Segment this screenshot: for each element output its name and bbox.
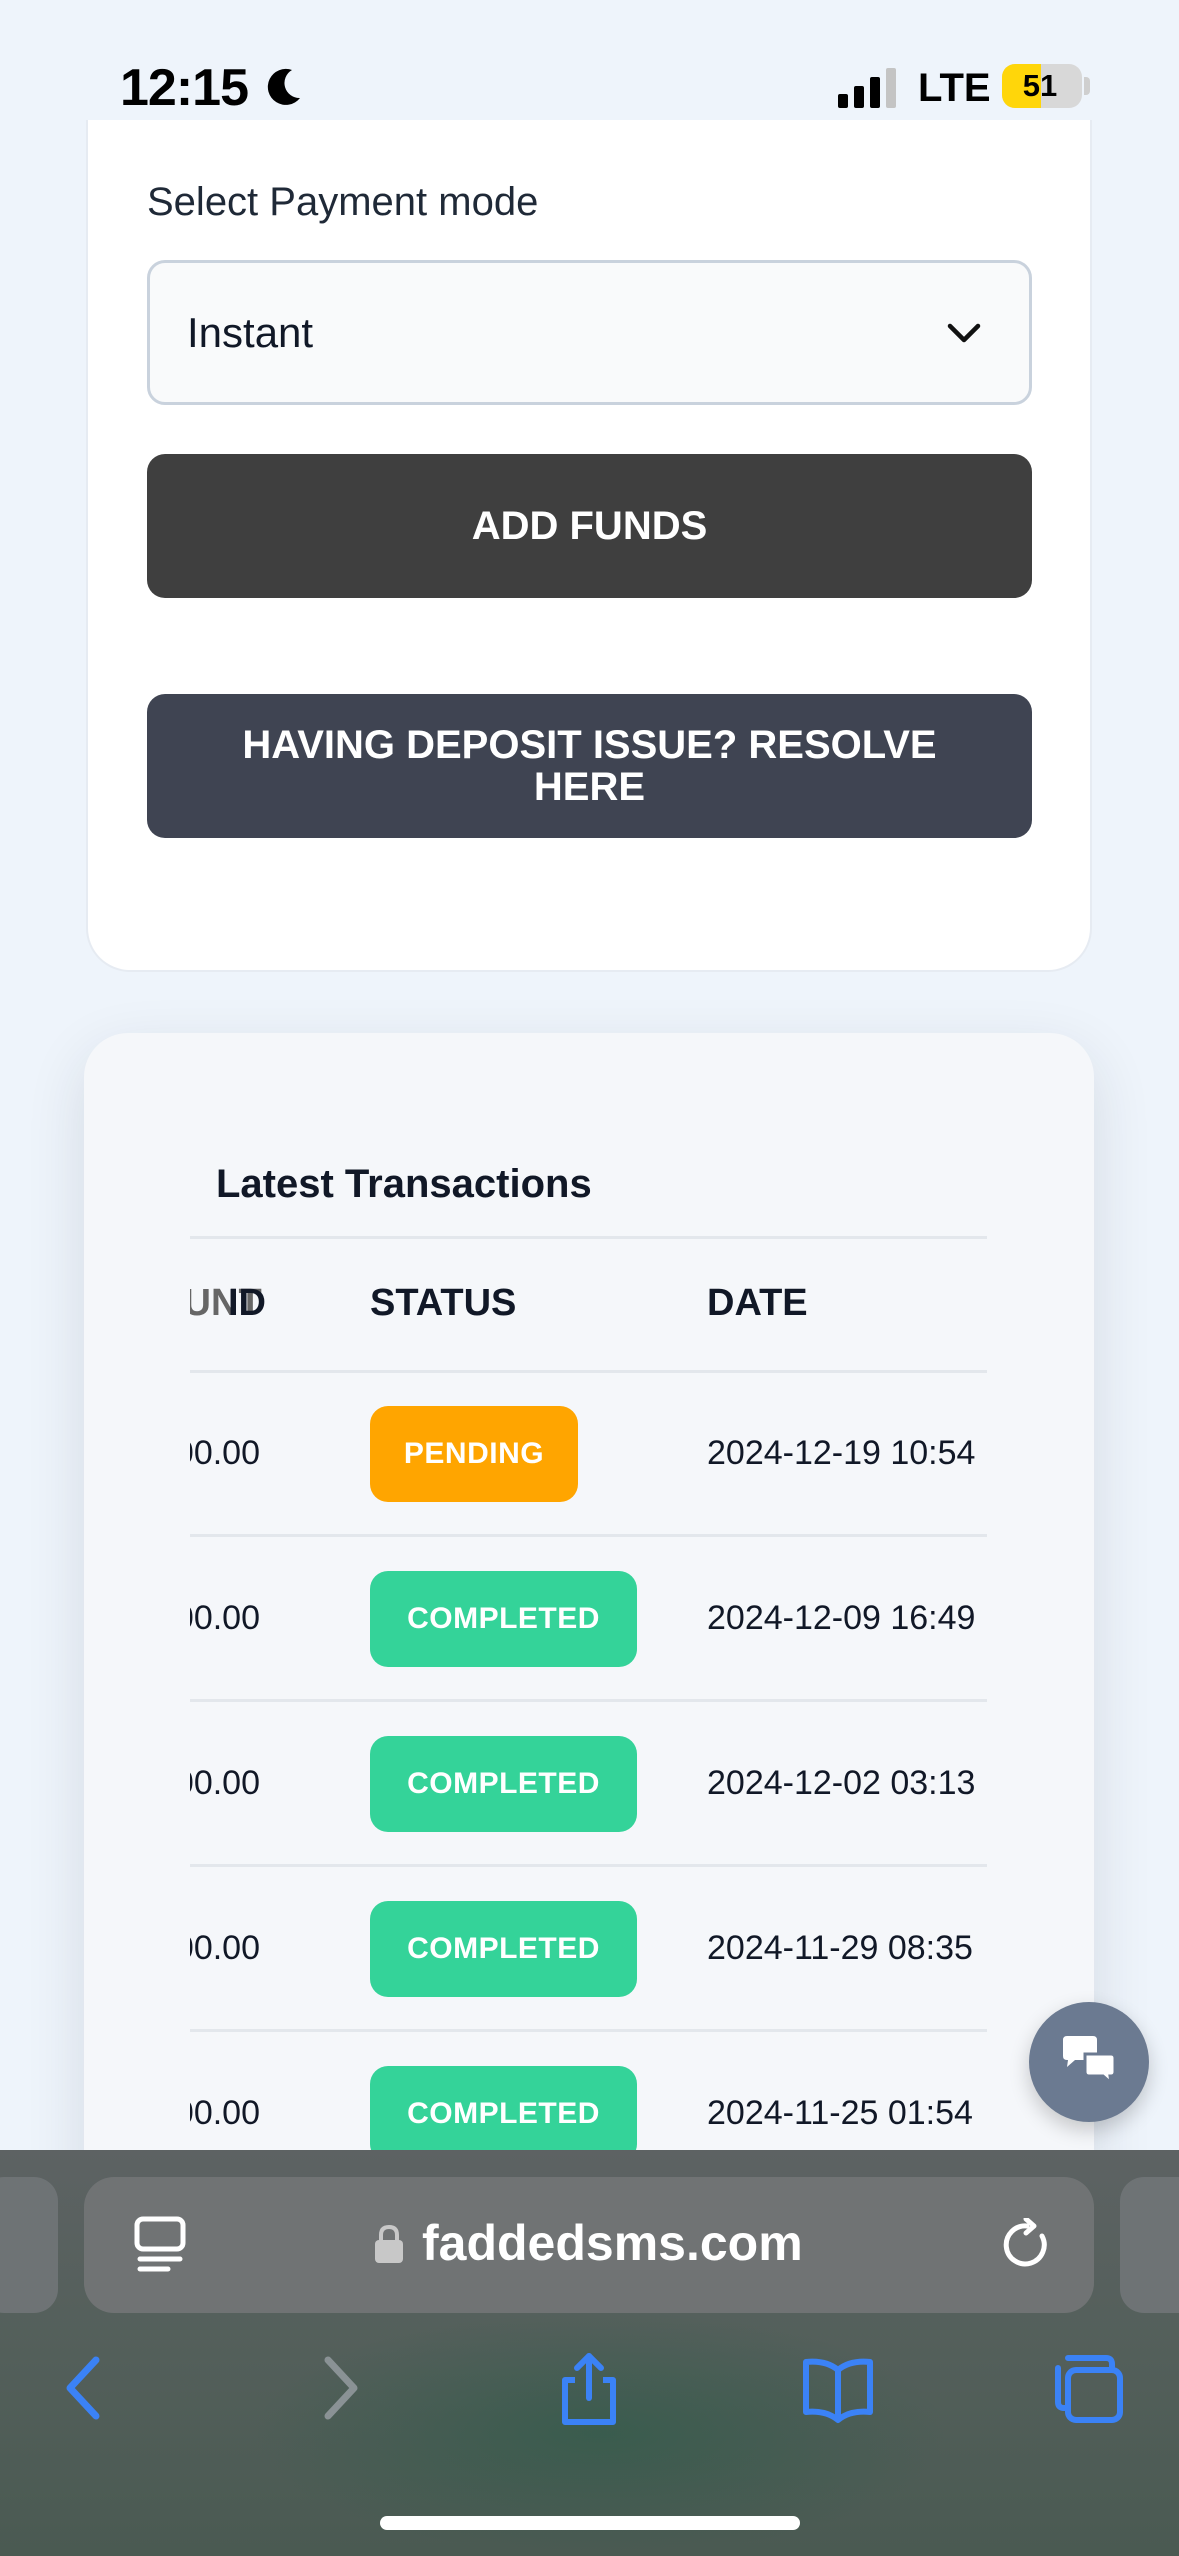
forward-icon[interactable] <box>300 2350 376 2426</box>
cell-amount: 000.00 <box>190 1599 260 1637</box>
bookmarks-icon[interactable] <box>800 2350 876 2426</box>
battery-level: 51 <box>1022 68 1058 103</box>
payment-mode-select[interactable]: Instant <box>147 260 1032 405</box>
tabs-icon[interactable] <box>1050 2350 1126 2426</box>
cell-date: 2024-12-19 10:54 <box>707 1434 976 1472</box>
chat-bubbles-icon <box>1063 2036 1117 2087</box>
row-divider <box>190 1864 987 1867</box>
lock-icon <box>375 2224 403 2263</box>
reader-mode-icon[interactable] <box>134 2216 186 2274</box>
row-divider <box>190 1699 987 1702</box>
share-icon[interactable] <box>551 2350 627 2426</box>
payment-mode-label: Select Payment mode <box>147 180 539 224</box>
status-badge: COMPLETED <box>370 1571 637 1667</box>
reload-icon[interactable] <box>1000 2218 1054 2272</box>
battery-icon: 51 <box>1002 64 1082 108</box>
status-badge: COMPLETED <box>370 1901 637 1997</box>
cell-date: 2024-11-25 01:54 <box>707 2094 973 2132</box>
cell-amount: 000.00 <box>190 2094 260 2132</box>
cell-amount: 100.00 <box>190 1764 260 1802</box>
battery-nub <box>1084 77 1090 95</box>
column-header-date: DATE <box>707 1282 808 1324</box>
cell-amount: 000.00 <box>190 1434 260 1472</box>
cell-amount: 200.00 <box>190 1929 260 1967</box>
chevron-down-icon <box>947 323 981 343</box>
deposit-issue-label: HAVING DEPOSIT ISSUE? RESOLVE HERE <box>242 723 937 809</box>
cell-date: 2024-12-09 16:49 <box>707 1599 976 1637</box>
home-indicator[interactable] <box>380 2516 800 2530</box>
deposit-issue-button[interactable]: HAVING DEPOSIT ISSUE? RESOLVE HERE <box>147 694 1032 838</box>
header-divider <box>190 1370 987 1373</box>
moon-icon <box>267 68 300 105</box>
previous-tab-preview[interactable] <box>0 2177 58 2313</box>
row-divider <box>190 2029 987 2032</box>
chat-button[interactable] <box>1029 2002 1149 2122</box>
row-divider <box>190 1534 987 1537</box>
url-text[interactable]: faddedsms.com <box>422 2214 803 2272</box>
next-tab-preview[interactable] <box>1120 2177 1179 2313</box>
cell-date: 2024-11-29 08:35 <box>707 1929 973 1967</box>
cell-date: 2024-12-02 03:13 <box>707 1764 976 1802</box>
status-badge: COMPLETED <box>370 2066 637 2150</box>
transactions-title: Latest Transactions <box>216 1162 592 1206</box>
network-type: LTE <box>918 66 991 110</box>
transactions-table[interactable]: OUNT ID STATUS DATE 000.00 PENDING 2024-… <box>190 1240 987 2150</box>
column-header-status: STATUS <box>370 1282 517 1324</box>
payment-mode-value: Instant <box>187 309 314 356</box>
status-time: 12:15 <box>120 59 249 117</box>
column-header-id: ID <box>228 1282 266 1324</box>
status-badge: PENDING <box>370 1406 578 1502</box>
add-funds-button[interactable]: ADD FUNDS <box>147 454 1032 598</box>
back-icon[interactable] <box>48 2350 124 2426</box>
title-divider <box>190 1236 987 1239</box>
status-badge: COMPLETED <box>370 1736 637 1832</box>
signal-icon <box>838 68 896 108</box>
